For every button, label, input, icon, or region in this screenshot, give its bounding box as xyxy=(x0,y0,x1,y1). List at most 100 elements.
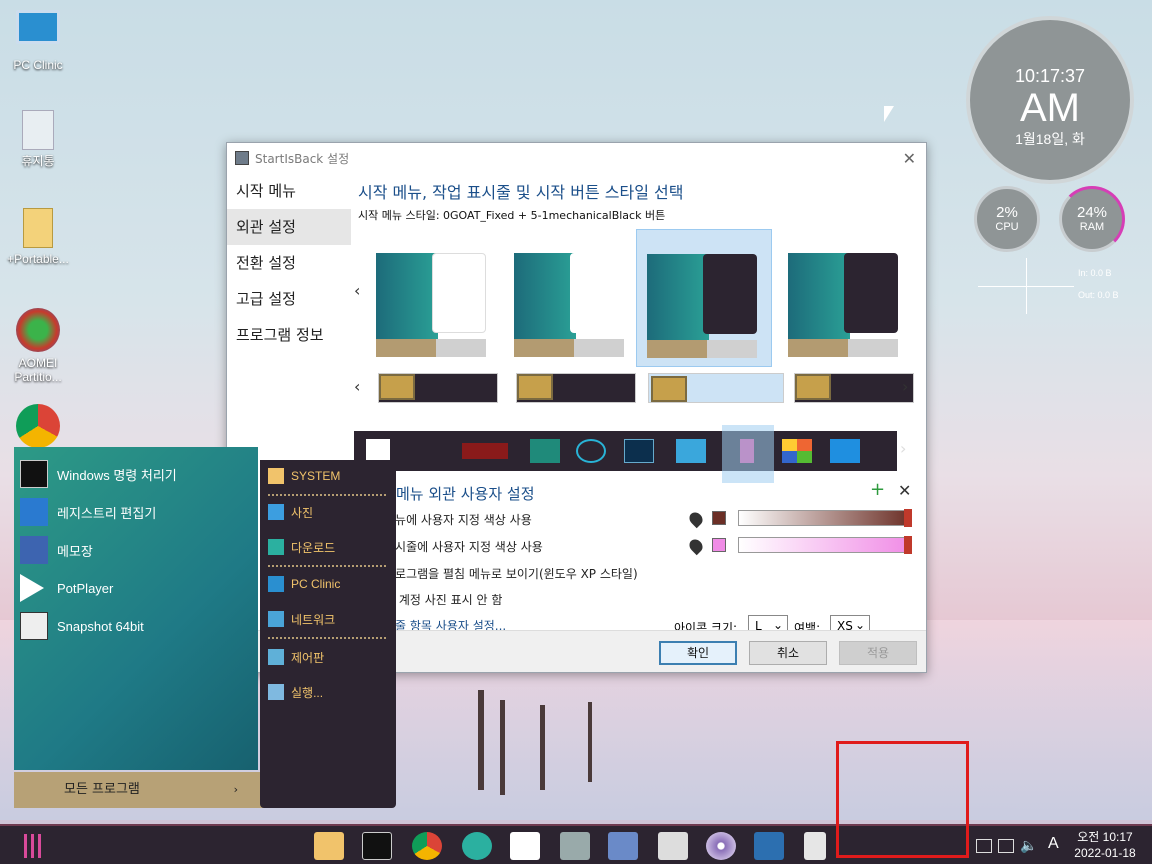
menu-color-slider[interactable] xyxy=(738,509,912,527)
program-snapshot[interactable]: Snapshot 64bit xyxy=(20,609,144,643)
volume-icon[interactable]: 🔈 xyxy=(1020,837,1037,854)
place-system[interactable]: SYSTEM xyxy=(268,462,340,490)
start-menu-programs-panel: Windows 명령 처리기 레지스트리 편집기 메모장 PotPlayer S… xyxy=(14,447,258,770)
cpu-value: 2% xyxy=(996,204,1018,221)
dialog-titlebar[interactable]: StartIsBack 설정 xyxy=(227,143,926,173)
customize-title: 메뉴 외관 사용자 설정 xyxy=(396,485,535,503)
desktop-icon-label: PC Clinic xyxy=(13,58,63,72)
place-network[interactable]: 네트워크 xyxy=(268,605,335,633)
disc-icon[interactable] xyxy=(706,832,736,860)
orb-style-icon[interactable] xyxy=(676,439,706,463)
browser-icon[interactable] xyxy=(462,832,492,860)
place-downloads[interactable]: 다운로드 xyxy=(268,533,335,561)
folder-icon xyxy=(268,468,284,484)
orb-style-icon[interactable] xyxy=(576,439,606,463)
chevron-left-icon[interactable]: ‹ xyxy=(354,281,360,300)
cmd-icon[interactable] xyxy=(362,832,392,860)
start-button-style[interactable] xyxy=(794,373,914,403)
option-xp-style[interactable]: 프로그램을 펼침 메뉴로 보이기(윈도우 XP 스타일) xyxy=(384,565,638,582)
place-run[interactable]: 실행... xyxy=(268,678,323,706)
add-icon[interactable]: + xyxy=(870,479,885,500)
start-button-style-selected[interactable] xyxy=(648,373,784,403)
place-pictures[interactable]: 사진 xyxy=(268,498,313,526)
chevron-left-icon[interactable]: ‹ xyxy=(354,377,360,396)
program-potplayer[interactable]: PotPlayer xyxy=(20,571,113,605)
option-menu-color[interactable]: 메뉴에 사용자 지정 색상 사용 xyxy=(384,511,532,528)
orb-style-icon[interactable] xyxy=(830,439,860,463)
style-thumb-selected[interactable] xyxy=(636,229,772,367)
start-button[interactable] xyxy=(24,834,46,858)
taskbar-color-swatch[interactable] xyxy=(712,538,726,552)
system-tray: 🔈 A 오전 10:17 2022-01-18 xyxy=(962,826,1152,864)
clock-ampm: AM xyxy=(1020,86,1080,130)
folder-icon xyxy=(795,374,831,400)
desktop-icon-chrome[interactable] xyxy=(0,404,76,452)
folder-icon xyxy=(651,376,687,402)
start-button-style[interactable] xyxy=(516,373,636,403)
ok-button[interactable]: 확인 xyxy=(659,641,737,665)
virtualbox-icon[interactable] xyxy=(754,832,784,860)
program-label: 메모장 xyxy=(57,543,93,559)
close-icon[interactable]: ✕ xyxy=(898,481,911,500)
all-programs-label: 모든 프로그램 xyxy=(64,782,140,797)
eraser-icon[interactable] xyxy=(658,832,688,860)
taskbar-color-slider[interactable] xyxy=(738,536,912,554)
orb-style-icon[interactable] xyxy=(530,439,560,463)
place-label: 실행... xyxy=(291,685,324,700)
network-icon[interactable] xyxy=(976,839,992,853)
droplet-icon xyxy=(686,536,706,556)
place-control-panel[interactable]: 제어판 xyxy=(268,643,324,671)
option-taskbar-color[interactable]: 표시줄에 사용자 지정 색상 사용 xyxy=(384,538,543,555)
orb-style-icon[interactable] xyxy=(624,439,654,463)
chrome-icon[interactable] xyxy=(412,832,442,860)
close-icon[interactable]: ✕ xyxy=(903,149,916,168)
nav-switch[interactable]: 전환 설정 xyxy=(227,245,351,281)
slider-knob[interactable] xyxy=(904,509,912,527)
display-icon[interactable] xyxy=(998,839,1014,853)
orb-style-icon[interactable] xyxy=(782,439,812,463)
style-thumb[interactable] xyxy=(366,229,502,367)
style-thumb[interactable] xyxy=(504,229,640,367)
desktop-icon-label: AOMEI Partitio... xyxy=(14,356,62,384)
menu-color-swatch[interactable] xyxy=(712,511,726,525)
place-pc-clinic[interactable]: PC Clinic xyxy=(268,570,340,598)
settings-nav: 시작 메뉴 외관 설정 전환 설정 고급 설정 프로그램 정보 xyxy=(227,173,351,353)
separator xyxy=(268,494,386,496)
style-thumbnails: ‹ ‹ › xyxy=(354,229,914,409)
nav-start-menu[interactable]: 시작 메뉴 xyxy=(227,173,351,209)
cpu-gauge: 2% CPU xyxy=(974,186,1040,252)
taskbar-clock[interactable]: 오전 10:17 2022-01-18 xyxy=(1070,829,1140,861)
thumb-right-panel xyxy=(703,254,757,334)
pictures-icon xyxy=(268,504,284,520)
ime-indicator[interactable]: A xyxy=(1048,835,1059,853)
nav-advanced[interactable]: 고급 설정 xyxy=(227,281,351,317)
program-cmd[interactable]: Windows 명령 처리기 xyxy=(20,457,177,491)
disk-tool-icon[interactable] xyxy=(560,832,590,860)
option-hide-account-picture[interactable]: 자 계정 사진 표시 안 함 xyxy=(384,591,502,608)
apply-button[interactable]: 적용 xyxy=(839,641,917,665)
thumb-bar xyxy=(647,340,757,358)
chevron-right-icon[interactable]: › xyxy=(902,377,908,396)
document-icon[interactable] xyxy=(804,832,826,860)
program-notepad[interactable]: 메모장 xyxy=(20,533,93,567)
orb-style-icon[interactable] xyxy=(462,443,508,459)
program-regedit[interactable]: 레지스트리 편집기 xyxy=(20,495,156,529)
all-programs-button[interactable]: 모든 프로그램 › xyxy=(14,772,268,808)
nav-about[interactable]: 프로그램 정보 xyxy=(227,317,351,353)
style-thumb[interactable] xyxy=(778,229,914,367)
desktop-icon-pc-clinic[interactable]: PC Clinic xyxy=(0,10,76,72)
tree-decoration xyxy=(500,700,505,795)
cancel-button[interactable]: 취소 xyxy=(749,641,827,665)
nav-appearance[interactable]: 외관 설정 xyxy=(227,209,351,245)
desktop-icon-recycle-bin[interactable]: 휴지통 xyxy=(0,110,76,168)
dialog-title: StartIsBack 설정 xyxy=(255,151,350,166)
chevron-right-icon[interactable]: › xyxy=(900,439,906,458)
start-button-style[interactable] xyxy=(378,373,498,403)
desktop-icon-aomei[interactable]: AOMEI Partitio... xyxy=(0,308,76,384)
slider-knob[interactable] xyxy=(904,536,912,554)
file-explorer-icon[interactable] xyxy=(314,832,344,860)
chart-app-icon[interactable] xyxy=(510,832,540,860)
network-tool-icon[interactable] xyxy=(608,832,638,860)
desktop-icon-portable[interactable]: +Portable... xyxy=(0,208,76,266)
download-icon xyxy=(268,539,284,555)
